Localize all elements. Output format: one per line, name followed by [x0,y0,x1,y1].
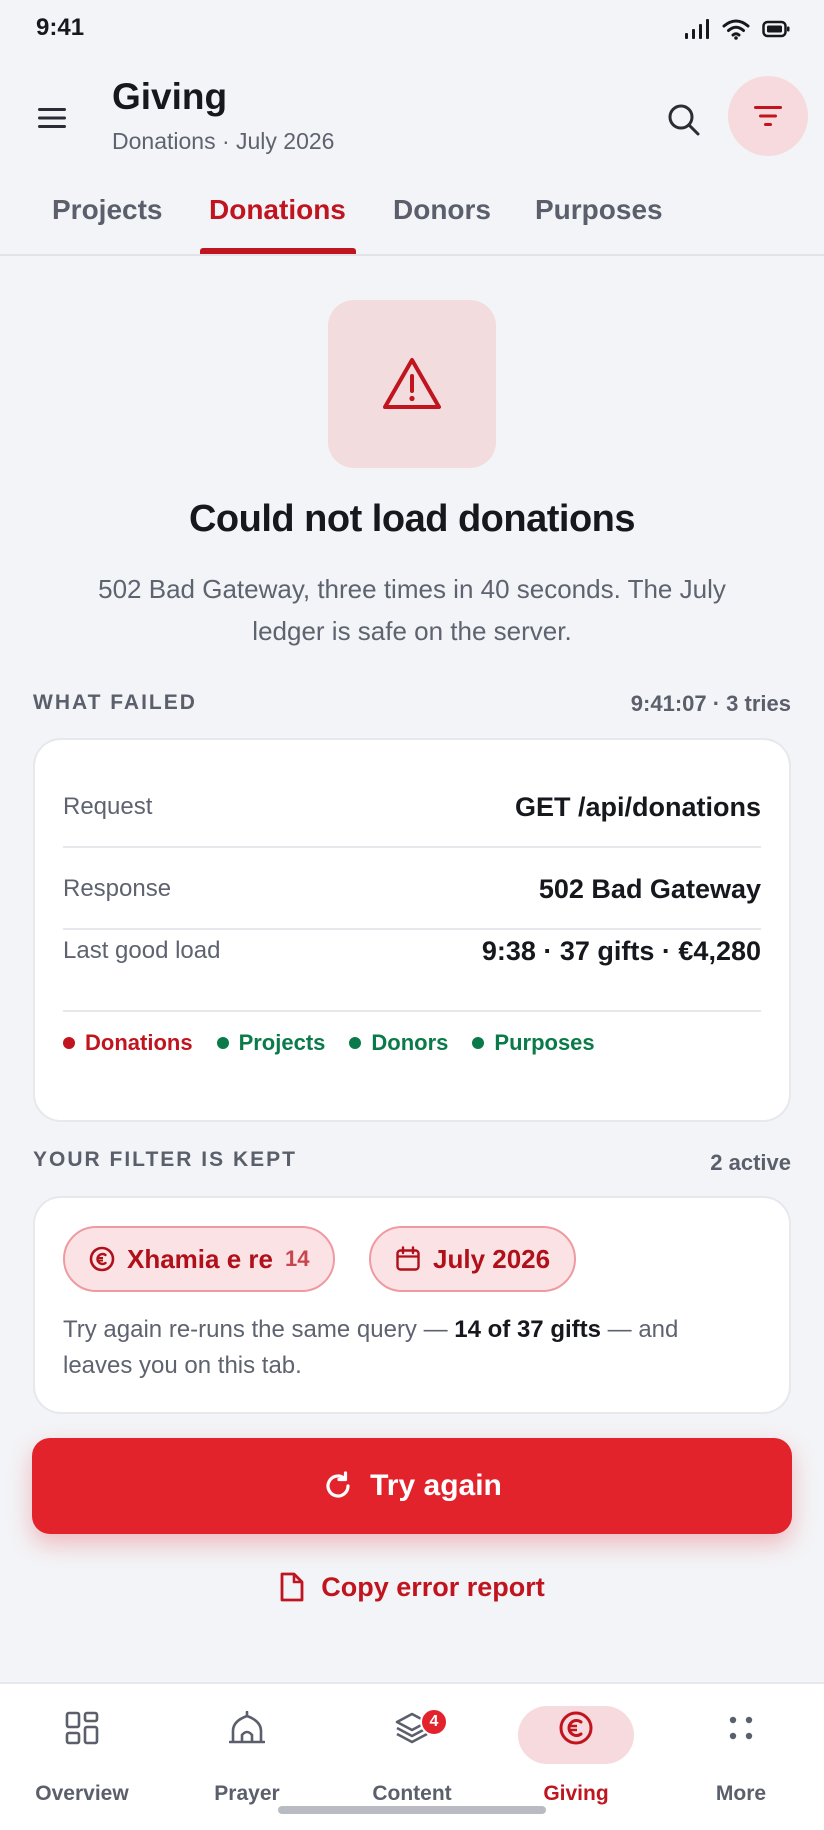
copy-error-report-button[interactable]: Copy error report [0,1560,824,1614]
last-good-load-row: Last good load 9:38 · 37 gifts · €4,280 [63,892,761,1012]
request-value: GET /api/donations [514,791,761,822]
status-dot-ok [349,1037,362,1049]
service-status-projects: Projects [216,1030,326,1056]
filter-card: Xhamia e re 14 July 2026 Try again re-ru… [33,1196,791,1414]
service-status-purposes: Purposes [472,1030,595,1056]
calendar-icon [396,1246,420,1271]
service-name: Projects [238,1030,326,1055]
nav-item-content[interactable]: Content [330,1684,494,1808]
service-status-list: Donations Projects Donors Purposes [63,1030,761,1056]
nav-label: Content [372,1782,452,1805]
copy-error-report-label: Copy error report [321,1571,545,1602]
tab-donors[interactable]: Donors [393,194,491,226]
document-icon [280,1572,304,1602]
request-key: Request [63,793,153,820]
chip-label: Xhamia e re [127,1243,273,1274]
nav-item-more[interactable]: More [659,1684,823,1808]
app-header: Giving Donations · July 2026 [0,60,824,172]
filter-kept-heading: YOUR FILTER IS KEPT [33,1148,297,1171]
nav-item-overview[interactable]: Overview [0,1684,164,1808]
warning-triangle-icon [383,358,441,409]
nav-label: Giving [543,1782,609,1805]
filter-button[interactable] [728,76,808,156]
tab-purposes[interactable]: Purposes [535,194,663,226]
search-icon [668,104,700,136]
chip-count: 14 [284,1246,310,1271]
menu-button[interactable] [32,100,72,136]
mosque-icon [225,1706,269,1750]
dots-icon [719,1706,763,1750]
try-again-label: Try again [370,1469,502,1502]
filter-note-prefix: Try again re-runs the same query — [63,1316,455,1343]
page-subtitle: Donations · July 2026 [112,128,335,154]
request-row: Request GET /api/donations [63,768,761,848]
filter-note-count: 14 of 37 gifts [454,1316,601,1343]
last-good-load-value: 9:38 · 37 gifts · €4,280 [481,935,761,966]
filter-chip-month[interactable]: July 2026 [369,1226,577,1292]
signal-icon [684,18,710,45]
chip-label: July 2026 [433,1243,551,1274]
euro-coin-icon [554,1706,598,1750]
filter-icon [754,106,782,126]
service-name: Donations [85,1030,193,1055]
hamburger-menu-icon [38,108,66,128]
filter-note: Try again re-runs the same query — 14 of… [63,1312,749,1384]
status-icons [684,18,790,45]
error-icon-container [328,300,496,468]
home-indicator [278,1806,546,1814]
error-description: 502 Bad Gateway, three times in 40 secon… [98,574,726,646]
search-button[interactable] [660,96,708,144]
try-again-button[interactable]: Try again [32,1438,792,1534]
filter-active-count: 2 active [710,1150,791,1175]
refresh-icon [326,1471,350,1498]
status-bar: 9:41 [0,0,824,60]
nav-item-giving[interactable]: Giving [494,1684,658,1808]
tab-projects[interactable]: Projects [52,194,163,226]
active-tab-indicator [200,248,356,254]
page-title: Giving [112,76,228,117]
euro-icon [89,1246,115,1272]
service-name: Donors [371,1030,449,1055]
service-name: Purposes [494,1030,595,1055]
content-badge: 4 [420,1708,448,1736]
error-title: Could not load donations [188,498,636,540]
status-dot-ok [216,1037,229,1049]
what-failed-meta: 9:41:07 · 3 tries [630,691,791,716]
status-dot-ok [472,1037,485,1049]
giving-donations-error-screen: 9:41 Giving Donations · July 2026 Projec… [0,0,824,1830]
tab-bar: Projects Donations Donors Purposes [0,172,824,256]
status-dot-failed [63,1037,75,1049]
battery-icon [762,20,790,43]
grid-icon [60,1706,104,1750]
nav-label: More [715,1782,767,1805]
service-status-donors: Donors [349,1030,448,1056]
wifi-icon [722,18,750,45]
service-status-donations: Donations [63,1030,193,1056]
nav-label: Prayer [214,1782,280,1805]
what-failed-heading: WHAT FAILED [33,691,197,714]
nav-item-prayer[interactable]: Prayer [165,1684,329,1808]
failure-details-card: Request GET /api/donations Response 502 … [33,738,791,1122]
last-good-load-key: Last good load [63,937,221,964]
status-time: 9:41 [36,14,85,41]
filter-chip-project[interactable]: Xhamia e re 14 [63,1226,336,1292]
tab-donations[interactable]: Donations [209,194,346,226]
nav-label: Overview [35,1782,129,1805]
